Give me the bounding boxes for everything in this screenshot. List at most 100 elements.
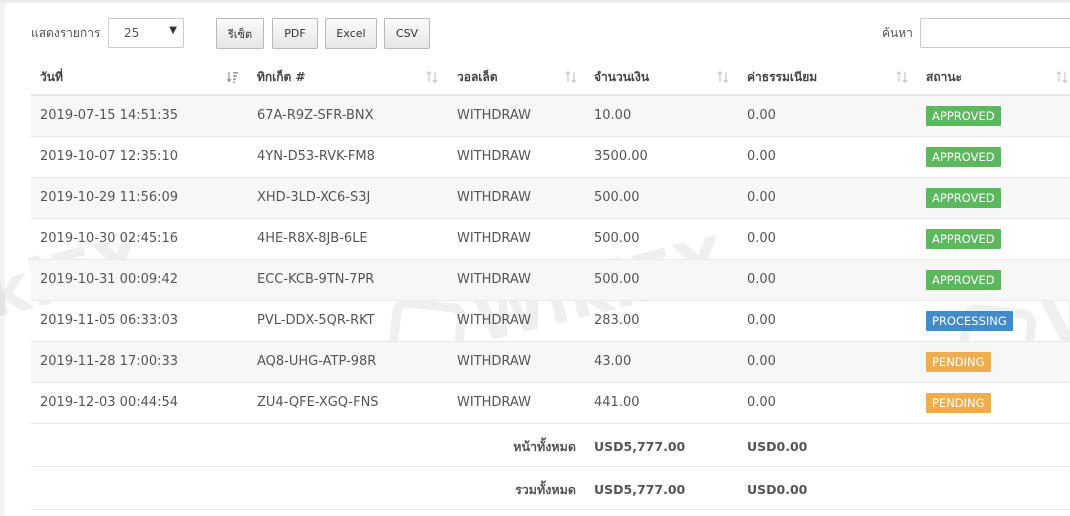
column-header-label: ทิกเก็ต # [257, 70, 306, 84]
caret-down-icon: ▼ [169, 25, 177, 36]
cell-amount: 500.00 [594, 272, 640, 287]
cell-date: 2019-10-29 11:56:09 [40, 190, 179, 205]
column-header-label: วันที่ [40, 70, 63, 84]
cell-ticket: 4YN-D53-RVK-FM8 [257, 149, 375, 164]
cell-wallet: WITHDRAW [457, 149, 531, 164]
column-header-label: สถานะ [926, 70, 962, 84]
csv-export-button[interactable]: CSV [384, 18, 430, 49]
cell-amount: 10.00 [594, 108, 632, 123]
sort-both-icon [896, 71, 908, 83]
sort-both-icon [717, 71, 729, 83]
column-header-fee[interactable]: ค่าธรรมเนียม [738, 59, 917, 96]
table-controls: แสดงรายการ 25 ▼ รีเซ็ต PDF Excel CSV ค้น… [0, 0, 1070, 60]
cell-amount: 3500.00 [594, 149, 648, 164]
sort-both-icon [426, 71, 438, 83]
search-input[interactable] [920, 18, 1070, 48]
length-label: แสดงรายการ [31, 26, 101, 40]
cell-wallet: WITHDRAW [457, 108, 531, 123]
cell-status: PENDING [917, 383, 991, 423]
cell-wallet: WITHDRAW [457, 231, 531, 246]
table-row: 2019-10-31 00:09:42 ECC-KCB-9TN-7PR WITH… [31, 260, 1070, 301]
cell-status: APPROVED [917, 96, 1001, 136]
column-header-ticket[interactable]: ทิกเก็ต # [248, 59, 448, 96]
footer-label: หน้าทั้งหมด [513, 439, 576, 454]
cell-fee: 0.00 [747, 231, 776, 246]
cell-wallet: WITHDRAW [457, 354, 531, 369]
cell-ticket: AQ8-UHG-ATP-98R [257, 354, 377, 369]
cell-amount: 43.00 [594, 354, 632, 369]
cell-wallet: WITHDRAW [457, 190, 531, 205]
cell-fee: 0.00 [747, 313, 776, 328]
status-badge: APPROVED [926, 228, 1001, 249]
table-row: 2019-11-28 17:00:33 AQ8-UHG-ATP-98R WITH… [31, 342, 1070, 383]
cell-ticket: ECC-KCB-9TN-7PR [257, 272, 375, 287]
table-row: 2019-10-30 02:45:16 4HE-R8X-8JB-6LE WITH… [31, 219, 1070, 260]
status-badge: APPROVED [926, 269, 1001, 290]
column-header-date[interactable]: วันที่ [31, 59, 248, 96]
cell-wallet: WITHDRAW [457, 272, 531, 287]
cell-date: 2019-11-28 17:00:33 [40, 354, 179, 369]
page-length-select[interactable]: 25 ▼ [108, 18, 184, 48]
footer-fee: USD0.00 [747, 482, 808, 497]
cell-date: 2019-10-07 12:35:10 [40, 149, 179, 164]
cell-fee: 0.00 [747, 354, 776, 369]
pdf-export-button[interactable]: PDF [272, 18, 318, 49]
sort-amount-down-icon [227, 72, 238, 83]
cell-date: 2019-12-03 00:44:54 [40, 395, 179, 410]
cell-date: 2019-10-31 00:09:42 [40, 272, 179, 287]
excel-export-button[interactable]: Excel [325, 18, 377, 49]
cell-ticket: 67A-R9Z-SFR-BNX [257, 108, 374, 123]
cell-ticket: PVL-DDX-5QR-RKT [257, 313, 375, 328]
status-badge: APPROVED [926, 105, 1001, 126]
table-row: 2019-10-07 12:35:10 4YN-D53-RVK-FM8 WITH… [31, 137, 1070, 178]
cell-fee: 0.00 [747, 395, 776, 410]
cell-ticket: ZU4-QFE-XGQ-FNS [257, 395, 379, 410]
footer-row-page-total: หน้าทั้งหมด USD5,777.00 USD0.00 [31, 424, 1070, 467]
footer-fee: USD0.00 [747, 439, 808, 454]
footer-amount: USD5,777.00 [594, 439, 686, 454]
cell-status: PENDING [917, 342, 991, 382]
table-row: 2019-11-05 06:33:03 PVL-DDX-5QR-RKT WITH… [31, 301, 1070, 342]
cell-amount: 283.00 [594, 313, 640, 328]
status-badge: PENDING [926, 392, 991, 413]
cell-date: 2019-07-15 14:51:35 [40, 108, 179, 123]
status-badge: PENDING [926, 351, 991, 372]
cell-date: 2019-11-05 06:33:03 [40, 313, 179, 328]
footer-amount: USD5,777.00 [594, 482, 686, 497]
cell-status: APPROVED [917, 137, 1001, 177]
cell-status: PROCESSING [917, 301, 1013, 341]
table-row: 2019-07-15 14:51:35 67A-R9Z-SFR-BNX WITH… [31, 96, 1070, 137]
cell-amount: 500.00 [594, 231, 640, 246]
cell-status: APPROVED [917, 219, 1001, 259]
footer-label: รวมทั้งหมด [515, 482, 576, 497]
left-sidebar-edge [0, 3, 5, 516]
cell-ticket: 4HE-R8X-8JB-6LE [257, 231, 368, 246]
page-length-value: 25 [124, 26, 140, 40]
cell-amount: 500.00 [594, 190, 640, 205]
sort-both-icon [1056, 71, 1068, 83]
cell-amount: 441.00 [594, 395, 640, 410]
cell-wallet: WITHDRAW [457, 395, 531, 410]
footer-row-grand-total: รวมทั้งหมด USD5,777.00 USD0.00 [31, 467, 1070, 510]
reset-button[interactable]: รีเซ็ต [216, 18, 264, 49]
search-label: ค้นหา [882, 26, 913, 40]
cell-fee: 0.00 [747, 108, 776, 123]
table-row: 2019-10-29 11:56:09 XHD-3LD-XC6-S3J WITH… [31, 178, 1070, 219]
table-header: วันที่ ทิกเก็ต # วอลเล็ต จำนวนเงิน ค่าธร… [31, 59, 1070, 96]
status-badge: APPROVED [926, 146, 1001, 167]
column-header-amount[interactable]: จำนวนเงิน [585, 59, 738, 96]
transactions-table: วันที่ ทิกเก็ต # วอลเล็ต จำนวนเงิน ค่าธร… [31, 59, 1070, 510]
status-badge: APPROVED [926, 187, 1001, 208]
cell-fee: 0.00 [747, 149, 776, 164]
column-header-label: จำนวนเงิน [594, 70, 650, 84]
cell-status: APPROVED [917, 260, 1001, 300]
cell-wallet: WITHDRAW [457, 313, 531, 328]
column-header-status[interactable]: สถานะ [917, 59, 1070, 96]
table-row: 2019-12-03 00:44:54 ZU4-QFE-XGQ-FNS WITH… [31, 383, 1070, 424]
column-header-wallet[interactable]: วอลเล็ต [448, 59, 585, 96]
status-badge: PROCESSING [926, 310, 1013, 331]
table-footer: หน้าทั้งหมด USD5,777.00 USD0.00 รวมทั้งห… [31, 424, 1070, 510]
column-header-label: ค่าธรรมเนียม [747, 70, 818, 84]
sort-both-icon [565, 71, 577, 83]
cell-status: APPROVED [917, 178, 1001, 218]
